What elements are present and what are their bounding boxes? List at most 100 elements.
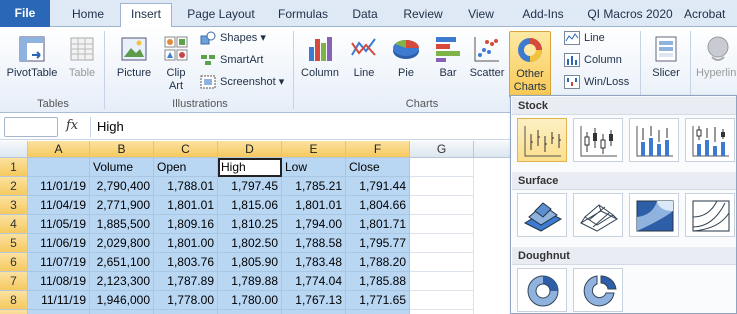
select-all-corner[interactable] (0, 141, 28, 158)
row-header[interactable]: 4 (0, 215, 28, 234)
table-cell[interactable]: 2,123,300 (90, 272, 154, 291)
table-cell[interactable]: 1,774.04 (282, 272, 346, 291)
table-cell[interactable]: 1,788.01 (154, 177, 218, 196)
table-cell[interactable]: 1,785.88 (346, 272, 410, 291)
table-cell[interactable]: 1,815.06 (218, 196, 282, 215)
tab-acrobat[interactable]: Acrobat (684, 4, 737, 27)
tab-insert[interactable]: Insert (120, 3, 172, 28)
table-cell[interactable]: 11/07/19 (28, 253, 90, 272)
column-header-a[interactable]: A (28, 141, 90, 158)
table-cell[interactable]: 1,810.25 (218, 215, 282, 234)
table-cell[interactable]: 1,785.21 (282, 177, 346, 196)
table-cell[interactable]: 1,771.65 (346, 291, 410, 310)
row-header[interactable]: 5 (0, 234, 28, 253)
table-cell[interactable]: 1,946,000 (90, 291, 154, 310)
table-cell[interactable]: 11/12/19 (28, 310, 90, 314)
table-cell[interactable]: 1,794.00 (282, 215, 346, 234)
table-cell[interactable]: 1,789.88 (218, 272, 282, 291)
fx-icon[interactable]: fx (66, 118, 78, 133)
tab-data[interactable]: Data (344, 4, 386, 27)
smartart-button[interactable]: SmartArt (198, 51, 263, 69)
surface-3d-chart-option[interactable] (517, 193, 567, 237)
shapes-button[interactable]: Shapes ▾ (198, 29, 266, 47)
table-cell[interactable]: 1,809.16 (154, 215, 218, 234)
pie-chart-button[interactable]: Pie (387, 31, 425, 93)
row-header[interactable]: 3 (0, 196, 28, 215)
bar-chart-button[interactable]: Bar (429, 31, 467, 93)
table-cell[interactable]: 1,774.66 (154, 310, 218, 314)
row-header[interactable]: 1 (0, 158, 28, 177)
table-cell[interactable] (410, 291, 474, 310)
sparkline-column-button[interactable]: Column (562, 51, 622, 69)
row-header[interactable]: 9 (0, 310, 28, 314)
tab-view[interactable]: View (460, 4, 502, 27)
table-cell[interactable]: 11/06/19 (28, 234, 90, 253)
table-cell[interactable]: 2,651,100 (90, 253, 154, 272)
table-cell[interactable] (410, 310, 474, 314)
table-cell[interactable]: 1,801.01 (154, 196, 218, 215)
table-cell[interactable]: 1,767.13 (282, 291, 346, 310)
hyperlink-button[interactable]: Hyperlin (694, 31, 737, 93)
header-cell[interactable]: Close (346, 158, 410, 177)
surface-contour-chart-option[interactable] (629, 193, 679, 237)
tab-home[interactable]: Home (62, 4, 114, 27)
table-cell[interactable] (410, 196, 474, 215)
table-cell[interactable]: 1,803.76 (154, 253, 218, 272)
pivottable-button[interactable]: PivotTable (4, 31, 60, 93)
table-cell[interactable]: 2,790,400 (90, 177, 154, 196)
tab-add-ins[interactable]: Add-Ins (512, 4, 574, 27)
column-chart-button[interactable]: Column (297, 31, 343, 93)
row-header[interactable]: 6 (0, 253, 28, 272)
table-cell[interactable]: 1,885,500 (90, 215, 154, 234)
line-chart-button[interactable]: Line (345, 31, 383, 93)
column-header-g[interactable]: G (410, 141, 474, 158)
stock-hlc-chart-option[interactable] (517, 118, 567, 162)
sparkline-line-button[interactable]: Line (562, 29, 605, 47)
column-header-c[interactable]: C (154, 141, 218, 158)
exploded-doughnut-chart-option[interactable] (573, 268, 623, 312)
table-cell[interactable] (410, 253, 474, 272)
tab-page-layout[interactable]: Page Layout (180, 4, 262, 27)
table-cell[interactable]: 1,778.00 (154, 291, 218, 310)
surface-wireframe-chart-option[interactable] (573, 193, 623, 237)
column-header-f[interactable]: F (346, 141, 410, 158)
screenshot-button[interactable]: Screenshot ▾ (198, 73, 284, 91)
tab-file[interactable]: File (0, 0, 50, 27)
clip-art-button[interactable]: Clip Art (160, 31, 192, 93)
table-cell[interactable]: 1,805.90 (218, 253, 282, 272)
stock-volume-ohlc-chart-option[interactable] (685, 118, 735, 162)
header-cell[interactable]: Volume (90, 158, 154, 177)
table-cell[interactable]: 1,801.00 (154, 234, 218, 253)
column-header-h[interactable] (474, 141, 510, 158)
slicer-button[interactable]: Slicer (646, 31, 686, 93)
table-cell[interactable]: 1,788.58 (282, 234, 346, 253)
table-cell[interactable]: 1,788.20 (346, 253, 410, 272)
table-cell[interactable]: 1,795.77 (346, 234, 410, 253)
table-cell[interactable]: 1,801.71 (346, 215, 410, 234)
header-cell[interactable]: Open (154, 158, 218, 177)
header-cell[interactable] (28, 158, 90, 177)
table-cell[interactable]: 1,780.00 (218, 291, 282, 310)
table-cell[interactable]: 1,771.91 (282, 310, 346, 314)
scatter-chart-button[interactable]: Scatter (467, 31, 507, 93)
other-charts-button[interactable]: Other Charts ▾ (509, 31, 551, 106)
table-cell[interactable]: 1,802.50 (218, 234, 282, 253)
table-cell[interactable] (410, 215, 474, 234)
surface-wireframe-contour-chart-option[interactable] (685, 193, 735, 237)
sparkline-winloss-button[interactable]: Win/Loss (562, 73, 629, 91)
table-cell[interactable]: 2,771,900 (90, 196, 154, 215)
column-header-e[interactable]: E (282, 141, 346, 158)
table-cell[interactable]: 1,787.89 (154, 272, 218, 291)
table-cell[interactable]: 1,786.22 (218, 310, 282, 314)
table-cell[interactable]: 11/08/19 (28, 272, 90, 291)
stock-ohlc-chart-option[interactable] (573, 118, 623, 162)
table-cell[interactable]: 1,791.44 (346, 177, 410, 196)
row-header[interactable]: 2 (0, 177, 28, 196)
header-cell[interactable]: High (218, 158, 282, 177)
table-cell[interactable]: 11/05/19 (28, 215, 90, 234)
tab-formulas[interactable]: Formulas (268, 4, 338, 27)
row-header[interactable]: 7 (0, 272, 28, 291)
picture-button[interactable]: Picture (110, 31, 158, 93)
table-cell[interactable]: 1,797.45 (218, 177, 282, 196)
row-header[interactable]: 8 (0, 291, 28, 310)
